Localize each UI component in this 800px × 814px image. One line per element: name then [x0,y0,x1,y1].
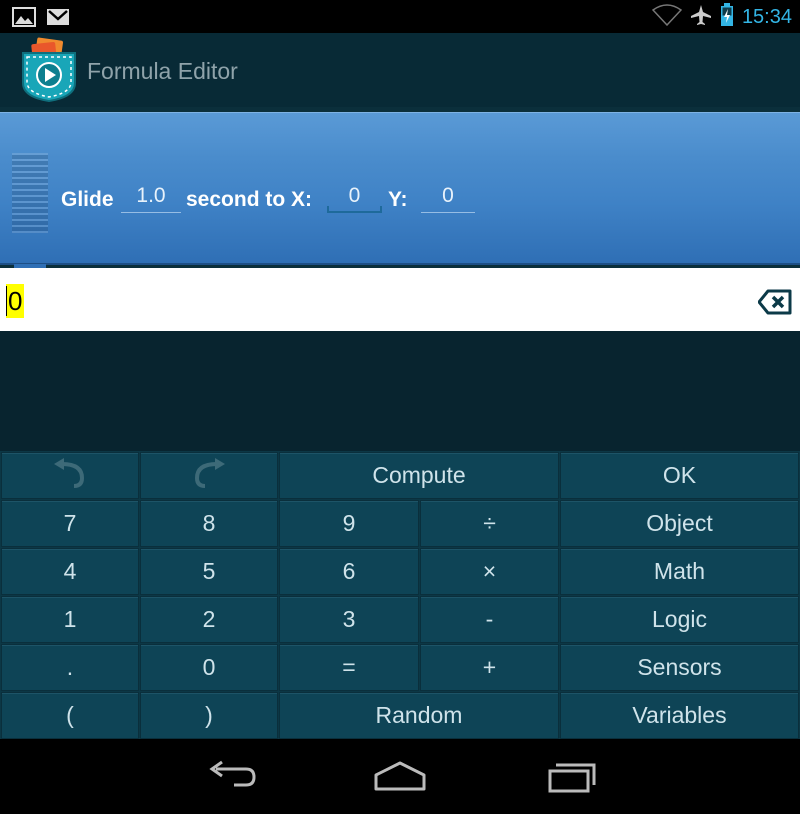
brick-area: Glide 1.0 second to X: 0 Y: 0 [0,107,800,272]
action-bar: Formula Editor [0,33,800,107]
image-icon [12,7,36,32]
logic-button[interactable]: Logic [560,596,799,643]
gmail-icon [46,7,70,32]
random-button[interactable]: Random [279,692,559,739]
duration-field[interactable]: 1.0 [121,179,181,213]
pocket-code-logo[interactable] [20,37,78,103]
back-icon[interactable] [200,757,260,797]
sensors-button[interactable]: Sensors [560,644,799,691]
glide-brick[interactable]: Glide 1.0 second to X: 0 Y: 0 [0,112,800,272]
status-bar: 15:34 [0,0,800,33]
compute-button[interactable]: Compute [279,452,559,499]
math-button[interactable]: Math [560,548,799,595]
object-button[interactable]: Object [560,500,799,547]
key-5[interactable]: 5 [140,548,278,595]
key-1[interactable]: 1 [1,596,139,643]
airplane-icon [690,4,712,31]
key-plus[interactable]: + [420,644,559,691]
key-minus[interactable]: - [420,596,559,643]
y-label: Y: [388,188,408,211]
battery-icon [720,2,734,32]
formula-spacer [0,331,800,451]
glide-label: Glide [61,188,114,211]
key-close-paren[interactable]: ) [140,692,278,739]
text-cursor [6,286,7,316]
drag-handle[interactable] [12,153,48,233]
key-4[interactable]: 4 [1,548,139,595]
formula-text: 0 [6,284,25,318]
x-field[interactable]: 0 [327,179,382,213]
key-9[interactable]: 9 [279,500,419,547]
key-equals[interactable]: = [279,644,419,691]
key-2[interactable]: 2 [140,596,278,643]
app-title: Formula Editor [87,58,238,84]
key-7[interactable]: 7 [1,500,139,547]
key-8[interactable]: 8 [140,500,278,547]
redo-button[interactable] [140,452,278,499]
navigation-bar [0,739,800,814]
formula-input[interactable]: 0 [0,268,800,331]
undo-button[interactable] [1,452,139,499]
key-3[interactable]: 3 [279,596,419,643]
ok-button[interactable]: OK [560,452,799,499]
key-decimal[interactable]: . [1,644,139,691]
second-to-x-label: second to X: [186,188,313,211]
redo-icon [191,457,227,494]
key-multiply[interactable]: × [420,548,559,595]
key-0[interactable]: 0 [140,644,278,691]
variables-button[interactable]: Variables [560,692,799,739]
backspace-icon[interactable] [757,289,792,315]
key-open-paren[interactable]: ( [1,692,139,739]
home-icon[interactable] [370,757,430,797]
formula-keypad: Compute OK 7 8 9 ÷ Object 4 5 6 × Math 1… [0,451,800,739]
recents-icon[interactable] [540,757,600,797]
undo-icon [52,457,88,494]
y-field[interactable]: 0 [421,179,475,213]
key-6[interactable]: 6 [279,548,419,595]
status-time: 15:34 [741,6,792,28]
wifi-icon [651,3,683,31]
device-screen: 15:34 Formula Editor Glide 1.0 second to… [0,0,800,814]
key-divide[interactable]: ÷ [420,500,559,547]
